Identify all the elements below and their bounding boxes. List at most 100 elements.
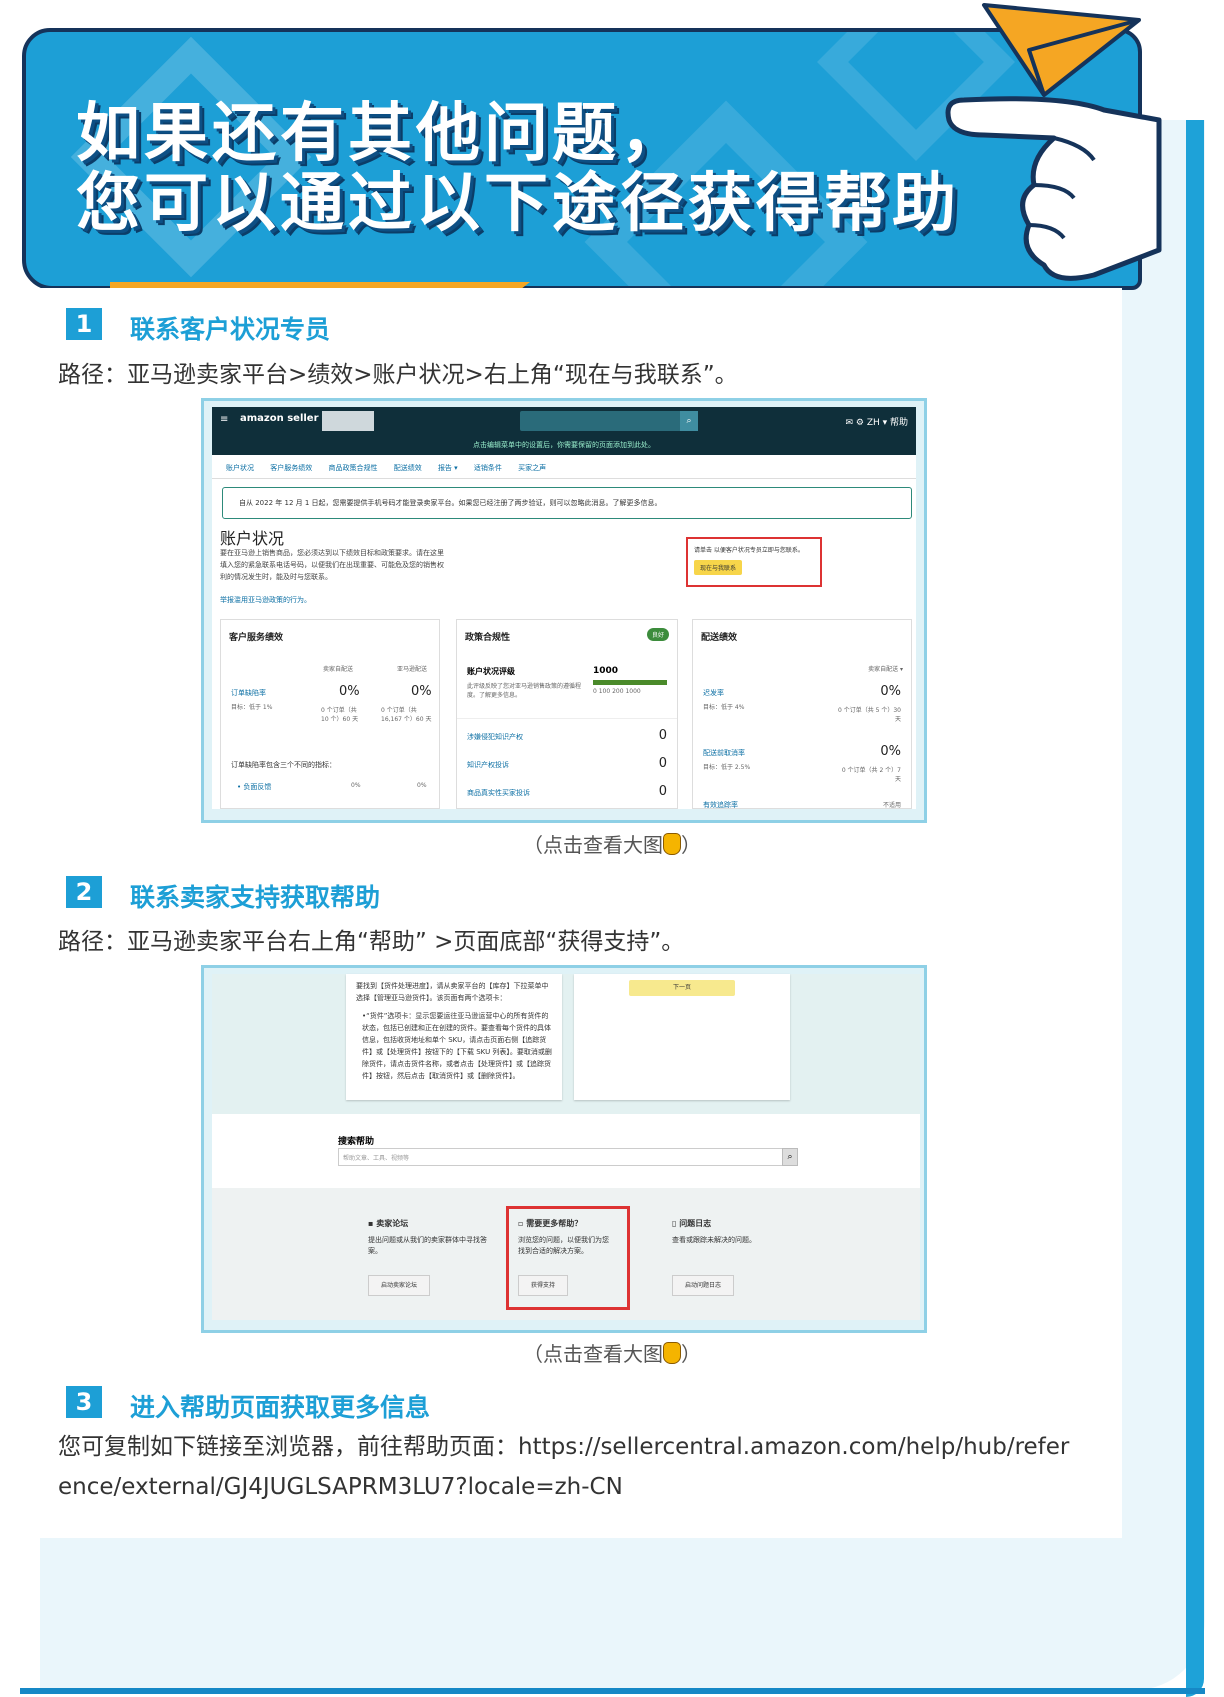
section-path: 路径：亚马逊卖家平台右上角“帮助” >页面底部“获得支持”。 [58,929,685,955]
search-help-label: 搜索帮助 [338,1137,375,1147]
authenticity-complaint-link[interactable]: 商品真实性买家投诉 [467,788,530,798]
customer-service-panel: 客户服务绩效 卖家自配送 亚马逊配送 订单缺陷率 目标：低于 1% 0% 0% … [220,619,440,809]
metric-value: 0 [658,728,667,743]
help-article-card: 要找到【货件处理进度】，请从卖家平台的【库存】下拉菜单中选择【管理亚马逊货件】。… [346,974,562,1100]
forum-icon: ▪ [368,1219,377,1228]
help-link-text[interactable]: 您可复制如下链接至浏览器，前往帮助页面：https://sellercentra… [58,1427,1078,1507]
search-icon[interactable]: ⌕ [782,1148,798,1166]
metric-value: 0% [880,684,901,699]
caption-end: ） [681,833,701,857]
banner-title-line2: 您可以通过以下途径获得帮助 [76,167,960,241]
column-header[interactable]: 卖家自配送 ▾ [868,664,903,673]
metric-value: 0% [339,684,360,699]
pointing-hand-icon [945,96,1162,281]
image-caption[interactable]: （点击查看大图 ） [0,829,1224,858]
metric-value: 0% [880,744,901,759]
valid-tracking-link[interactable]: 有效追踪率 [703,800,738,810]
metric-subtext: 0 个订单（共 16,167 个）60 天 [381,707,432,723]
blurred-account-name [322,411,374,431]
support-options: ▪ 卖家论坛 提出问题或从我们的卖家群体中寻找答案。 启动卖家论坛 ▫ 需要更多… [212,1188,920,1320]
tab-reports[interactable]: 报告 ▾ [438,463,458,473]
image-caption[interactable]: （点击查看大图 ） [0,1338,1224,1367]
order-defect-rate-link[interactable]: 订单缺陷率 [231,688,266,698]
option-title: 卖家论坛 [376,1219,409,1228]
case-log-option: ▯ 问题日志 查看或跟踪未解决的问题。 启动问题日志 [672,1218,802,1296]
tab-account-health[interactable]: 账户状况 [226,463,254,473]
section-title: 进入帮助页面获取更多信息 [130,1393,431,1422]
option-description: 浏览您的问题，以便我们为您找到合适的解决方案。 [518,1236,609,1255]
score-label: 账户状况评级 [467,667,515,676]
ip-complaint-link[interactable]: 知识产权投诉 [467,760,509,770]
screenshot-get-support[interactable]: 要找到【货件处理进度】，请从卖家平台的【库存】下拉菜单中选择【管理亚马逊货件】。… [201,965,927,1333]
caption-end: ） [681,1342,701,1366]
score-value: 1000 [593,666,619,676]
panel-title: 客户服务绩效 [229,633,284,643]
search-input[interactable] [520,411,696,431]
notice-bar: 点击编辑菜单中的设置后，你需要保留的页面添加到此处。 [212,435,916,455]
metric-value: 0% [417,782,427,789]
late-shipment-link[interactable]: 迟发率 [703,688,724,698]
help-article-area: 要找到【货件处理进度】，请从卖家平台的【库存】下拉菜单中选择【管理亚马逊货件】。… [212,974,920,1114]
article-text: 要找到【货件处理进度】，请从卖家平台的【库存】下拉菜单中选择【管理亚马逊货件】。… [356,982,549,1002]
target-text: 目标：低于 1% [231,704,273,711]
article-bullet: •“货件”选项卡：显示您要运往亚马逊运营中心的所有货件的状态，包括已创建和正在创… [362,1012,552,1080]
contact-me-button[interactable]: 现在与我联系 [694,560,743,575]
side-card: 下一页 [574,974,790,1100]
column-header: 卖家自配送 [323,666,354,673]
option-description: 查看或跟踪未解决的问题。 [672,1236,756,1244]
contact-highlight-box: 请单击 以便客户状况专员立即与您联系。 现在与我联系 [686,537,822,587]
seller-central-topbar: ≡ amazon seller central ⌕ ✉ ⚙ ZH ▾ 帮助 [212,407,916,435]
status-badge: 良好 [646,628,669,641]
next-page-button[interactable]: 下一页 [629,980,735,996]
ip-violation-link[interactable]: 涉嫌侵犯知识产权 [467,732,523,742]
target-text: 目标：低于 2.5% [703,764,751,771]
policy-compliance-panel: 政策合规性 良好 账户状况评级 1000 此评级反映了您对亚马逊销售政策的遵循程… [456,619,678,809]
launch-forum-button[interactable]: 启动卖家论坛 [368,1275,431,1296]
menu-icon[interactable]: ≡ [220,414,228,425]
get-support-button[interactable]: 获得支持 [518,1275,569,1296]
negative-feedback-link[interactable]: • 负面反馈 [237,782,271,792]
search-help-input[interactable]: 帮助文章、工具、视频等 [338,1148,784,1166]
tab-shipping-performance[interactable]: 配送绩效 [394,463,422,473]
panel-title: 政策合规性 [465,633,511,643]
account-health-body: 自从 2022 年 12 月 1 日起，您需要提供手机号码才能登录卖家平台。如果… [212,479,916,809]
column-header: 亚马逊配送 [397,666,428,673]
cancel-rate-link[interactable]: 配送前取消率 [703,748,745,758]
topbar-right-controls[interactable]: ✉ ⚙ ZH ▾ 帮助 [845,415,908,428]
info-alert: 自从 2022 年 12 月 1 日起，您需要提供手机号码才能登录卖家平台。如果… [222,487,912,519]
section-path: 路径：亚马逊卖家平台>绩效>账户状况>右上角“现在与我联系”。 [58,362,738,388]
caption-text: （点击查看大图 [523,1342,663,1366]
tab-voice-of-customer[interactable]: 买家之声 [518,463,546,473]
bottom-line [20,1688,1205,1694]
search-icon[interactable]: ⌕ [680,411,698,431]
option-title: 需要更多帮助？ [526,1219,583,1228]
intro-text: 要在亚马逊上销售商品，您必须达到以下绩效目标和政策要求。请在这里填入您的紧急联系… [220,549,444,581]
score-bar [593,680,667,685]
option-description: 提出问题或从我们的卖家群体中寻找答案。 [368,1236,487,1255]
metric-subtext: 0 个订单（共 10 个）60 天 [321,707,359,723]
metric-value: 0 [658,784,667,799]
tab-customer-service[interactable]: 客户服务绩效 [270,463,312,473]
account-nav-tabs: 账户状况 客户服务绩效 商品政策合规性 配送绩效 报告 ▾ 适销条件 买家之声 [212,455,916,479]
launch-case-log-button[interactable]: 启动问题日志 [672,1275,735,1296]
section-number: 2 [66,876,102,908]
tab-policy-compliance[interactable]: 商品政策合规性 [328,463,377,473]
need-more-help-option: ▫ 需要更多帮助？ 浏览您的问题，以便我们为您找到合适的解决方案。 获得支持 [518,1218,648,1296]
section-title: 联系卖家支持获取帮助 [130,883,381,912]
panel-title: 配送绩效 [701,633,738,643]
tab-listing-conditions[interactable]: 适销条件 [474,463,502,473]
section-number: 1 [66,308,102,340]
seller-forum-option: ▪ 卖家论坛 提出问题或从我们的卖家群体中寻找答案。 启动卖家论坛 [368,1218,498,1296]
background-edge [1186,120,1204,1697]
screenshot-account-health[interactable]: ≡ amazon seller central ⌕ ✉ ⚙ ZH ▾ 帮助 点击… [201,398,927,823]
metric-value: 不适用 [882,802,901,809]
shipping-performance-panel: 配送绩效 卖家自配送 ▾ 迟发率 目标：低于 4% 0% 0 个订单（共 5 个… [692,619,912,809]
contact-text: 请单击 以便客户状况专员立即与您联系。 [694,547,804,554]
pointing-finger-icon [663,1342,681,1364]
metric-value: 0 [658,756,667,771]
metric-value: 0% [351,782,361,789]
target-text: 目标：低于 4% [703,704,745,711]
caption-text: （点击查看大图 [523,833,663,857]
report-abuse-link[interactable]: 举报滥用亚马逊政策的行为。 [220,595,311,605]
section-number: 3 [66,1386,102,1418]
